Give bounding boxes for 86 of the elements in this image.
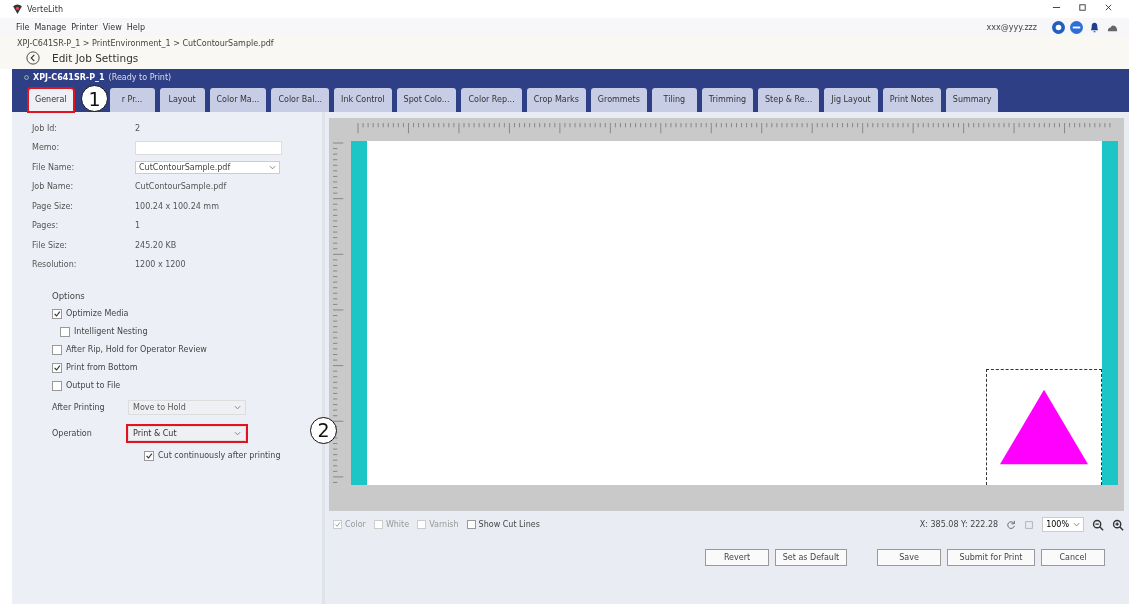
field-label: Memo:	[32, 143, 61, 153]
zoom-in-icon[interactable]	[1112, 518, 1124, 531]
checkbox-label: White	[385, 520, 410, 529]
action-button[interactable]: Set as Default	[775, 548, 847, 566]
action-button[interactable]: Cancel	[1041, 548, 1105, 566]
memo-input[interactable]	[135, 140, 282, 155]
field-value: 100.24 x 100.24 mm	[135, 201, 219, 211]
tab[interactable]: Grommets	[590, 87, 647, 112]
checkbox[interactable]	[60, 326, 70, 337]
menu-item[interactable]: File	[16, 22, 30, 32]
caret-icon	[269, 164, 276, 170]
page-title: Edit Job Settings	[52, 52, 139, 64]
tab[interactable]: Print Notes	[882, 87, 941, 112]
printer-status: (Ready to Print)	[108, 73, 172, 82]
checkbox-label: Intelligent Nesting	[74, 327, 148, 336]
refresh-icon[interactable]	[1006, 519, 1017, 530]
tab[interactable]: Spot Colo...	[396, 87, 457, 112]
back-icon[interactable]	[26, 51, 40, 65]
tab[interactable]: Color Ma...	[209, 87, 267, 112]
tab[interactable]: Layout	[159, 87, 205, 112]
user-email: xxx@yyy.zzz	[986, 22, 1037, 32]
caret-icon	[234, 431, 241, 436]
field-label: Job Name:	[32, 182, 75, 192]
tab[interactable]: r Pr...	[109, 87, 155, 112]
field-label: Pages:	[32, 221, 60, 231]
action-button[interactable]: Save	[877, 548, 941, 566]
zoom-dropdown[interactable]: 100%	[1042, 517, 1084, 532]
operation-dropdown[interactable]: Print & Cut	[128, 426, 246, 441]
checkbox[interactable]	[466, 520, 476, 529]
tab[interactable]: Color Rep...	[461, 87, 522, 112]
checkbox[interactable]	[52, 308, 62, 319]
zoom-out-icon[interactable]	[1092, 518, 1104, 531]
app-title: VerteLith	[27, 4, 63, 14]
action-button[interactable]: Revert	[705, 548, 769, 566]
checkbox-label: Print from Bottom	[66, 363, 138, 372]
field-label: File Size:	[32, 240, 69, 250]
caret-icon	[234, 405, 241, 410]
tab[interactable]: Step & Re...	[758, 87, 820, 112]
checkbox[interactable]	[52, 380, 62, 391]
checkbox-label: After Rip, Hold for Operator Review	[66, 345, 207, 354]
action-button[interactable]: Submit for Print	[947, 548, 1035, 566]
checkbox[interactable]	[52, 344, 62, 355]
checkbox-label: Cut continuously after printing	[158, 451, 281, 460]
tab[interactable]: General	[28, 87, 74, 112]
after-printing-dropdown[interactable]: Move to Hold	[128, 400, 246, 415]
checkbox-label: Output to File	[66, 381, 121, 390]
field-label: Page Size:	[32, 201, 75, 211]
checkbox-label: Optimize Media	[66, 309, 129, 318]
callout-number: 1	[81, 85, 108, 112]
tab[interactable]: Summary	[945, 87, 999, 112]
cursor-coordinates: X: 385.08 Y: 222.28	[919, 520, 999, 529]
tab[interactable]: Crop Marks	[526, 87, 586, 112]
field-label: Operation	[52, 429, 93, 438]
field-label: File Name:	[32, 162, 76, 172]
tab[interactable]: Color Bal...	[271, 87, 330, 112]
checkbox-label: Show Cut Lines	[478, 520, 540, 529]
menu-item[interactable]: Manage	[34, 22, 67, 32]
field-label: Job Id:	[32, 123, 58, 133]
tab[interactable]: Trimming	[701, 87, 754, 112]
field-label: After Printing	[52, 403, 106, 412]
field-value: 2	[135, 123, 141, 133]
menu-item[interactable]: Help	[126, 22, 146, 32]
checkbox[interactable]	[52, 362, 62, 373]
field-value: 1200 x 1200	[135, 260, 186, 270]
breadcrumb: XPJ-C641SR-P_1 > PrintEnvironment_1 > CutContourSample.pdf	[0, 36, 1129, 49]
tab[interactable]: Tiling	[651, 87, 697, 112]
bell-icon[interactable]	[1088, 20, 1101, 34]
printer-name: XPJ-C641SR-P_1	[33, 73, 105, 82]
field-value: 245.20 KB	[135, 240, 177, 250]
file-name-dropdown[interactable]: CutContourSample.pdf	[135, 160, 280, 174]
menu-item[interactable]: View	[102, 22, 122, 32]
caret-icon	[1073, 522, 1080, 527]
badge-icon[interactable]	[1070, 20, 1083, 34]
menu-item[interactable]: Printer	[71, 22, 98, 32]
checkbox[interactable]	[144, 450, 154, 461]
status-dot-icon	[24, 75, 29, 80]
app-logo-icon	[12, 3, 23, 15]
checkbox-label: Varnish	[429, 520, 459, 529]
field-label: Resolution:	[32, 260, 78, 270]
checkbox-label: Color	[345, 520, 366, 529]
field-value: 1	[135, 221, 141, 231]
tab[interactable]: Jig Layout	[824, 87, 878, 112]
tab[interactable]: Ink Control	[334, 87, 392, 112]
badge-icon[interactable]	[1052, 20, 1065, 34]
options-heading: Options	[52, 290, 86, 301]
field-value: CutContourSample.pdf	[135, 182, 227, 192]
